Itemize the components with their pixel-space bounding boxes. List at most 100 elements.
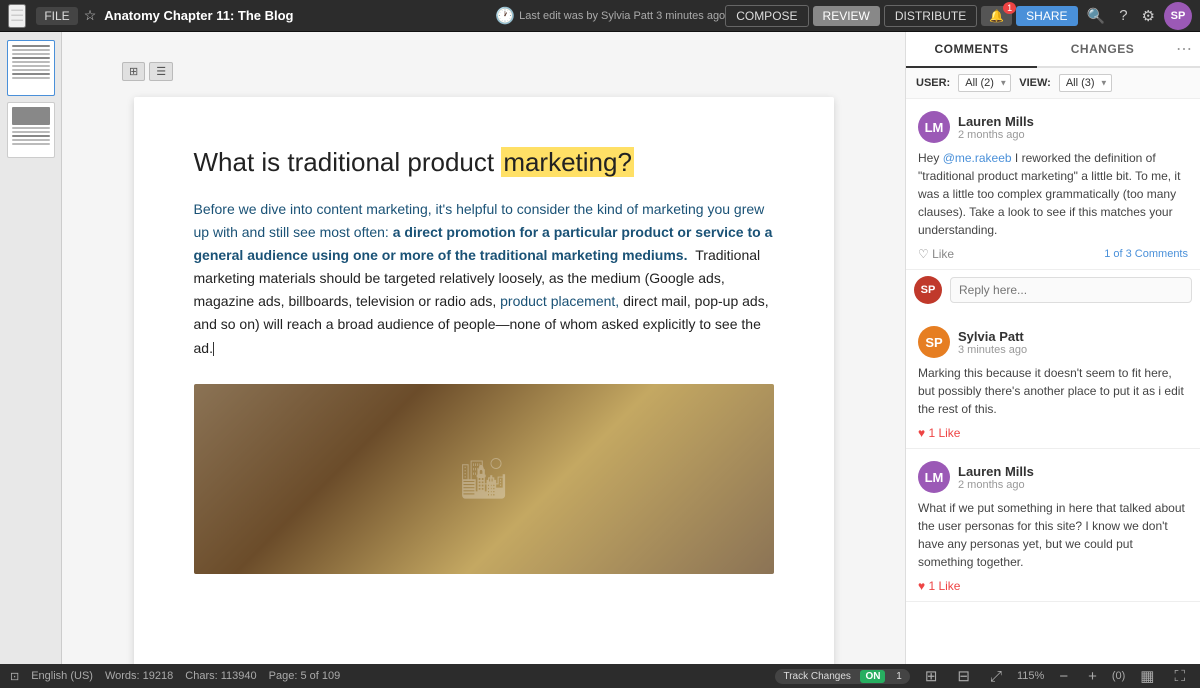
clock-icon: 🕐 — [495, 6, 515, 26]
share-button[interactable]: SHARE — [1016, 6, 1077, 26]
comment-1-time: 2 months ago — [958, 129, 1034, 141]
comment-3-meta: Lauren Mills 2 months ago — [958, 464, 1034, 491]
image-placeholder-icon: 🏙 — [458, 446, 509, 512]
notification-badge: 1 — [1003, 2, 1016, 14]
page-thumbnail-1[interactable] — [7, 40, 55, 96]
zoom-out-icon[interactable]: − — [1054, 666, 1073, 687]
document-page: What is traditional product marketing? B… — [134, 97, 834, 664]
comment-3-avatar: LM — [918, 461, 950, 493]
page-thumbnails-panel — [0, 32, 62, 664]
document-title: Anatomy Chapter 11: The Blog — [104, 8, 495, 23]
notifications-button[interactable]: 🔔1 — [981, 6, 1012, 26]
tabs-more-button[interactable]: ⋯ — [1168, 32, 1200, 66]
list-view-btn[interactable]: ☰ — [149, 62, 173, 81]
last-edit-text: Last edit was by Sylvia Patt 3 minutes a… — [519, 10, 725, 22]
tab-comments[interactable]: COMMENTS — [906, 32, 1037, 68]
track-changes-pill[interactable]: Track Changes ON 1 — [775, 669, 909, 684]
comment-2-actions: ♥ 1 Like — [918, 426, 1188, 440]
fullscreen-icon[interactable]: ⛶ — [1169, 666, 1190, 687]
comment-card-1: LM Lauren Mills 2 months ago Hey @me.rak… — [906, 99, 1200, 270]
comment-1-text: Hey @me.rakeeb I reworked the definition… — [918, 149, 1188, 239]
user-avatar: SP — [1164, 2, 1192, 30]
reply-area-1: SP — [906, 270, 1200, 314]
comment-3-author: Lauren Mills — [958, 464, 1034, 479]
top-bar: ☰ FILE ☆ Anatomy Chapter 11: The Blog 🕐 … — [0, 0, 1200, 32]
heading-highlight: marketing? — [501, 147, 634, 177]
page-label: Page: 5 of 109 — [269, 670, 341, 682]
menu-icon[interactable]: ☰ — [8, 4, 26, 28]
document-body[interactable]: Before we dive into content marketing, i… — [194, 198, 774, 574]
view-filter-select[interactable]: All (3) — [1059, 74, 1112, 92]
mini-toolbar: ⊞ ☰ — [122, 62, 173, 81]
comment-3-time: 2 months ago — [958, 479, 1034, 491]
body-p3-text: direct mail, pop-up ads, and so on) will… — [194, 293, 769, 355]
grid-view-btn[interactable]: ⊞ — [122, 62, 145, 81]
comment-1-count[interactable]: 1 of 3 Comments — [1104, 248, 1188, 260]
zoom-in-icon[interactable]: + — [1083, 666, 1102, 687]
filters-bar: USER: All (2) ▼ VIEW: All (3) ▼ — [906, 68, 1200, 99]
reply-input[interactable] — [950, 277, 1192, 303]
comment-2-author: Sylvia Patt — [958, 329, 1027, 344]
comments-tabs-bar: COMMENTS CHANGES ⋯ — [906, 32, 1200, 68]
status-icon: ⊡ — [10, 670, 19, 683]
zoom-level[interactable]: 115% — [1017, 670, 1044, 682]
file-button[interactable]: FILE — [36, 7, 77, 25]
chars-count: 113940 — [221, 670, 257, 682]
language-label[interactable]: English (US) — [31, 670, 93, 682]
search-icon[interactable]: 🔍 — [1082, 5, 1111, 27]
user-filter-label: USER: — [916, 77, 950, 89]
comment-3-like-button[interactable]: ♥ 1 Like — [918, 579, 960, 593]
comment-2-meta: Sylvia Patt 3 minutes ago — [958, 329, 1027, 356]
product-placement-link[interactable]: product placement, — [500, 293, 619, 309]
comments-sidebar: COMMENTS CHANGES ⋯ USER: All (2) ▼ VIEW:… — [905, 32, 1200, 664]
comment-card-2: SP Sylvia Patt 3 minutes ago Marking thi… — [906, 314, 1200, 449]
status-right: Track Changes ON 1 ⊞ ⊟ ⤢ 115% − + (0) ▦ … — [775, 665, 1190, 687]
words-label: Words: 19218 — [105, 670, 173, 682]
status-left: ⊡ English (US) Words: 19218 Chars: 11394… — [10, 670, 340, 683]
words-count: 19218 — [143, 670, 174, 682]
comment-1-header: LM Lauren Mills 2 months ago — [918, 111, 1188, 143]
track-on-badge: ON — [860, 670, 885, 683]
help-icon[interactable]: ? — [1114, 5, 1132, 26]
status-bar: ⊡ English (US) Words: 19218 Chars: 11394… — [0, 664, 1200, 688]
review-button[interactable]: REVIEW — [813, 6, 880, 26]
grid-icon[interactable]: ⊞ — [920, 665, 943, 687]
comment-3-text: What if we put something in here that ta… — [918, 499, 1188, 571]
comment-3-actions: ♥ 1 Like — [918, 579, 1188, 593]
main-area: ⊞ ☰ What is traditional product marketin… — [0, 32, 1200, 664]
track-count: 1 — [896, 671, 902, 682]
sidebar-toggle-icon[interactable]: ▦ — [1135, 665, 1159, 687]
user-filter-wrapper: All (2) ▼ — [958, 74, 1011, 92]
document-image: 🏙 — [194, 384, 774, 574]
layout-icon[interactable]: ⊟ — [952, 665, 975, 687]
distribute-button[interactable]: DISTRIBUTE — [884, 5, 977, 27]
view-filter-wrapper: All (3) ▼ — [1059, 74, 1112, 92]
user-filter-select[interactable]: All (2) — [958, 74, 1011, 92]
expand-icon[interactable]: ⤢ — [985, 666, 1007, 687]
comment-1-avatar: LM — [918, 111, 950, 143]
comment-1-actions: ♡ Like 1 of 3 Comments — [918, 247, 1188, 261]
comment-2-time: 3 minutes ago — [958, 344, 1027, 356]
comment-card-3: LM Lauren Mills 2 months ago What if we … — [906, 449, 1200, 602]
compose-button[interactable]: COMPOSE — [725, 5, 808, 27]
heading-before: What is traditional product — [194, 147, 502, 177]
comment-2-like-button[interactable]: ♥ 1 Like — [918, 426, 960, 440]
tab-changes[interactable]: CHANGES — [1037, 32, 1168, 68]
chars-label: Chars: 113940 — [185, 670, 256, 682]
comments-list: LM Lauren Mills 2 months ago Hey @me.rak… — [906, 99, 1200, 664]
comment-1-author: Lauren Mills — [958, 114, 1034, 129]
comment-1-like-button[interactable]: ♡ Like — [918, 247, 954, 261]
comment-1-meta: Lauren Mills 2 months ago — [958, 114, 1034, 141]
view-filter-label: VIEW: — [1019, 77, 1051, 89]
settings-icon[interactable]: ⚙ — [1137, 5, 1160, 27]
editor-area: ⊞ ☰ What is traditional product marketin… — [62, 32, 905, 664]
page-thumbnail-2[interactable] — [7, 102, 55, 158]
comment-2-avatar: SP — [918, 326, 950, 358]
star-icon[interactable]: ☆ — [84, 7, 97, 24]
parens-count: (0) — [1112, 670, 1125, 682]
comment-1-mention: @me.rakeeb — [943, 151, 1012, 165]
comment-2-text: Marking this because it doesn't seem to … — [918, 364, 1188, 418]
document-heading: What is traditional product marketing? — [194, 147, 774, 178]
page-current: 5 — [300, 670, 306, 682]
comment-3-header: LM Lauren Mills 2 months ago — [918, 461, 1188, 493]
